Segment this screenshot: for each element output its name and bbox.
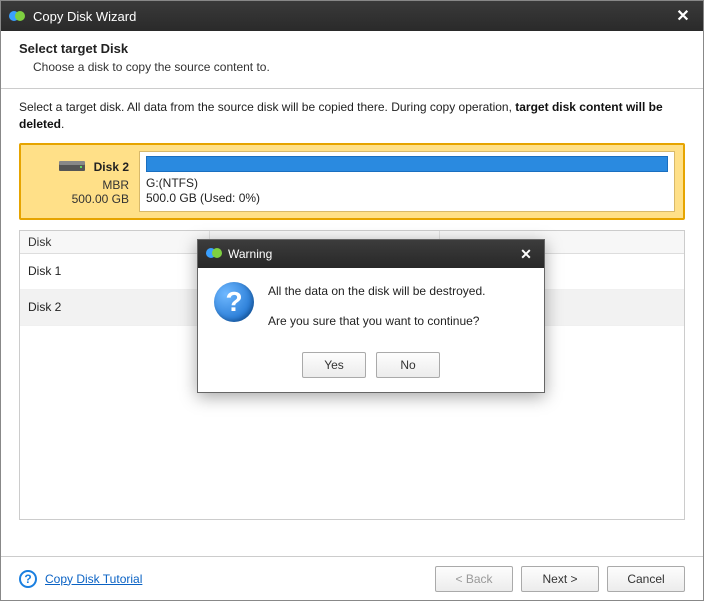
next-button[interactable]: Next > xyxy=(521,566,599,592)
row-disk-name: Disk 2 xyxy=(20,296,210,318)
dialog-line1: All the data on the disk will be destroy… xyxy=(268,282,485,300)
back-button[interactable]: < Back xyxy=(435,566,513,592)
app-icon xyxy=(206,245,222,264)
selected-disk-capacity: 500.00 GB xyxy=(72,192,129,206)
app-icon xyxy=(9,8,25,24)
selected-disk-card[interactable]: Disk 2 MBR 500.00 GB G:(NTFS) 500.0 GB (… xyxy=(19,143,685,220)
page-subtitle: Choose a disk to copy the source content… xyxy=(33,60,685,74)
window-title: Copy Disk Wizard xyxy=(33,9,671,24)
instruction-pre: Select a target disk. All data from the … xyxy=(19,100,515,114)
partition-label: G:(NTFS) xyxy=(146,176,668,192)
dialog-close-icon[interactable]: ✕ xyxy=(516,244,536,264)
selected-disk-name: Disk 2 xyxy=(94,160,129,174)
instruction-post: . xyxy=(61,117,64,131)
dialog-line2: Are you sure that you want to continue? xyxy=(268,312,485,330)
dialog-text: All the data on the disk will be destroy… xyxy=(268,282,485,342)
help-area: ? Copy Disk Tutorial xyxy=(19,570,142,588)
cancel-button[interactable]: Cancel xyxy=(607,566,685,592)
hdd-icon xyxy=(58,157,86,178)
selected-disk-scheme: MBR xyxy=(102,178,129,192)
close-icon[interactable]: ✕ xyxy=(671,4,695,28)
help-icon[interactable]: ? xyxy=(19,570,37,588)
instruction-text: Select a target disk. All data from the … xyxy=(19,99,685,133)
row-disk-name: Disk 1 xyxy=(20,260,210,282)
selected-disk-details: G:(NTFS) 500.0 GB (Used: 0%) xyxy=(139,151,675,212)
question-icon: ? xyxy=(214,282,254,322)
dialog-buttons: Yes No xyxy=(198,352,544,392)
col-header-disk[interactable]: Disk xyxy=(20,231,210,253)
selected-disk-summary: Disk 2 MBR 500.00 GB xyxy=(29,151,139,212)
no-button[interactable]: No xyxy=(376,352,440,378)
dialog-title: Warning xyxy=(228,247,516,261)
wizard-footer: ? Copy Disk Tutorial < Back Next > Cance… xyxy=(1,556,703,600)
dialog-body: ? All the data on the disk will be destr… xyxy=(198,268,544,352)
partition-usage-bar xyxy=(146,156,668,172)
wizard-header: Select target Disk Choose a disk to copy… xyxy=(1,31,703,89)
dialog-titlebar[interactable]: Warning ✕ xyxy=(198,240,544,268)
titlebar: Copy Disk Wizard ✕ xyxy=(1,1,703,31)
partition-usage-text: 500.0 GB (Used: 0%) xyxy=(146,191,668,207)
warning-dialog: Warning ✕ ? All the data on the disk wil… xyxy=(197,239,545,393)
yes-button[interactable]: Yes xyxy=(302,352,366,378)
help-link[interactable]: Copy Disk Tutorial xyxy=(45,572,142,586)
page-title: Select target Disk xyxy=(19,41,685,56)
